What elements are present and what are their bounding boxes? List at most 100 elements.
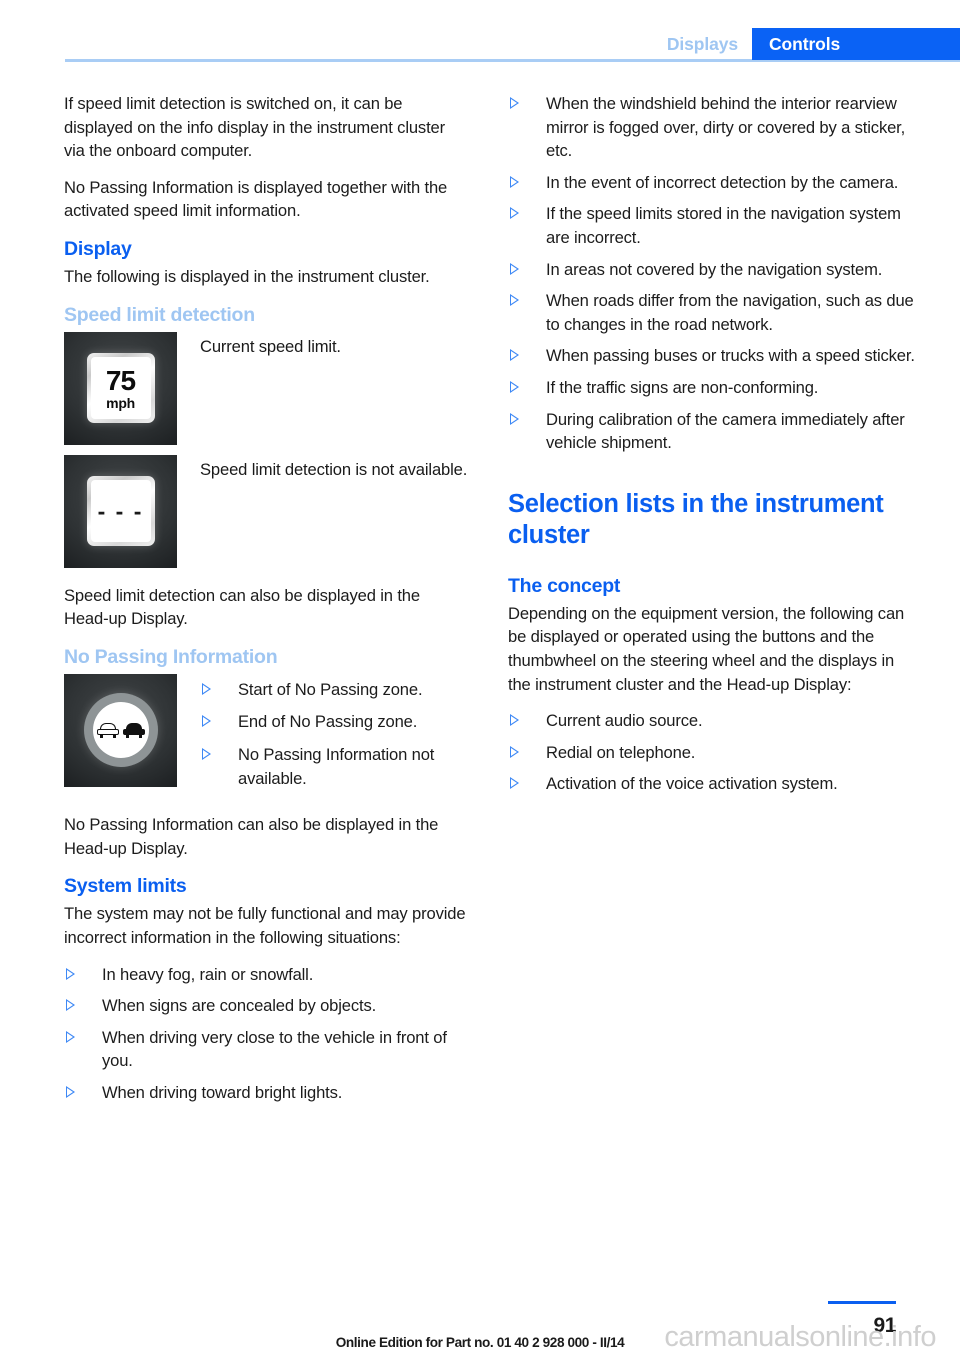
- car-white-icon: [96, 723, 119, 739]
- heading-the-concept: The concept: [508, 574, 621, 597]
- list-item-label: In heavy fog, rain or snowfall.: [102, 964, 314, 984]
- list-item-label: Current audio source.: [546, 711, 703, 731]
- page-header: Displays Controls: [0, 0, 960, 62]
- dashes-value: - - -: [97, 497, 144, 524]
- paragraph-intro-2: No Passing Information is displayed toge…: [64, 177, 448, 221]
- list-item-label: End of No Passing zone.: [238, 712, 418, 732]
- list-item: When driving very close to the vehicle i…: [64, 1026, 468, 1073]
- list-item: When signs are concealed by objects.: [64, 994, 468, 1018]
- list-item: In the event of incorrect detection by t…: [508, 171, 918, 195]
- triangle-bullet-icon: [510, 207, 519, 220]
- list-item-label: When passing buses or trucks with a spee…: [546, 346, 915, 366]
- list-item-label: When driving toward bright lights.: [102, 1082, 343, 1102]
- triangle-bullet-icon: [510, 777, 519, 790]
- triangle-bullet-icon: [510, 97, 519, 109]
- heading-system-limits: System limits: [64, 875, 187, 898]
- list-item: Current audio source.: [508, 709, 918, 733]
- list-item-label: When driving very close to the vehicle i…: [102, 1027, 447, 1071]
- triangle-bullet-icon: [510, 714, 519, 727]
- paragraph-intro-1: If speed limit detection is switched on,…: [64, 94, 445, 161]
- triangle-bullet-icon: [510, 349, 519, 362]
- figure-speed-limit-unavailable: - - - Speed limit detection is not avail…: [64, 454, 468, 568]
- paragraph-system-limits: The system may not be fully functional a…: [64, 904, 466, 947]
- triangle-bullet-icon: [510, 412, 519, 425]
- heading-display: Display: [64, 237, 132, 260]
- system-limits-continued-list: When the windshield behind the interior …: [508, 92, 918, 455]
- list-item-label: During calibration of the camera immedia…: [546, 409, 905, 453]
- sign-plate-inner: - - -: [90, 480, 151, 543]
- sign-plate: 75 mph: [86, 353, 155, 424]
- triangle-bullet-icon: [510, 745, 519, 758]
- triangle-bullet-icon: [510, 175, 519, 188]
- triangle-bullet-icon: [66, 1030, 75, 1043]
- heading-speed-limit-detection: Speed limit detection: [64, 303, 255, 326]
- no-passing-ring: [83, 693, 158, 768]
- edition-note: Online Edition for Part no. 01 40 2 928 …: [335, 1335, 625, 1350]
- triangle-bullet-icon: [66, 967, 75, 980]
- left-column: If speed limit detection is switched on,…: [64, 92, 468, 1112]
- figure-caption-list: Start of No Passing zone. End of No Pass…: [177, 674, 468, 799]
- figure-caption: Speed limit detection is not available.: [200, 459, 468, 479]
- list-item-label: When roads differ from the navigation, s…: [546, 291, 914, 334]
- right-column: When the windshield behind the interior …: [508, 92, 918, 804]
- car-black-icon: [122, 723, 145, 739]
- sign-plate-inner: 75 mph: [90, 357, 151, 420]
- list-item: In areas not covered by the navigation s…: [508, 258, 918, 282]
- triangle-bullet-icon: [510, 262, 519, 275]
- heading-selection-lists: Selection lists in the instrument cluste…: [508, 489, 884, 549]
- figure-no-passing: Start of No Passing zone. End of No Pass…: [64, 673, 468, 799]
- footer-divider: [828, 1301, 896, 1304]
- speed-unit: mph: [106, 394, 135, 411]
- triangle-bullet-icon: [66, 999, 75, 1012]
- figure-speed-limit-current: 75 mph Current speed limit.: [64, 331, 468, 445]
- list-item-label: Redial on telephone.: [546, 742, 696, 762]
- tab-displays[interactable]: Displays: [667, 28, 752, 60]
- list-item-label: When signs are concealed by objects.: [102, 996, 377, 1016]
- no-passing-sign-icon: [64, 673, 177, 787]
- list-item-label: Activation of the voice activation syste…: [546, 774, 838, 794]
- no-passing-list: Start of No Passing zone. End of No Pass…: [200, 678, 468, 790]
- chapter-tabs: Displays Controls: [667, 28, 960, 60]
- list-item: In heavy fog, rain or snowfall.: [64, 963, 468, 987]
- list-item: If the speed limits stored in the naviga…: [508, 202, 918, 249]
- list-item-label: Start of No Passing zone.: [238, 679, 423, 699]
- list-item-label: In areas not covered by the navigation s…: [546, 259, 883, 279]
- triangle-bullet-icon: [202, 682, 211, 695]
- list-item: When roads differ from the navigation, s…: [508, 289, 918, 336]
- list-item: When driving toward bright lights.: [64, 1081, 468, 1105]
- triangle-bullet-icon: [510, 294, 519, 307]
- list-item-label: When the windshield behind the interior …: [546, 94, 906, 161]
- paragraph-display: The following is displayed in the instru…: [64, 266, 430, 286]
- list-item: When the windshield behind the interior …: [508, 92, 918, 163]
- list-item-label: If the speed limits stored in the naviga…: [546, 204, 901, 247]
- list-item: Start of No Passing zone.: [200, 678, 468, 702]
- list-item: End of No Passing zone.: [200, 710, 468, 734]
- paragraph-concept: Depending on the equipment version, the …: [508, 603, 905, 694]
- list-item: When passing buses or trucks with a spee…: [508, 344, 918, 368]
- list-item: No Passing Information not available.: [200, 743, 468, 790]
- list-item-label: In the event of incorrect detection by t…: [546, 172, 899, 192]
- sign-plate: - - -: [86, 476, 155, 547]
- list-item: During calibration of the camera immedia…: [508, 408, 918, 455]
- list-item: Redial on telephone.: [508, 741, 918, 765]
- paragraph-hud-note-1: Speed limit detection can also be displa…: [64, 585, 420, 629]
- list-item: If the traffic signs are non-conforming.: [508, 376, 918, 400]
- concept-list: Current audio source. Redial on telephon…: [508, 709, 918, 796]
- triangle-bullet-icon: [202, 715, 211, 728]
- no-passing-inner: [92, 702, 149, 759]
- speed-limit-unavailable-icon: - - -: [64, 454, 177, 568]
- paragraph-hud-note-2: No Passing Information can also be displ…: [64, 815, 439, 858]
- speed-value: 75: [105, 364, 136, 396]
- speed-limit-sign-icon: 75 mph: [64, 331, 177, 445]
- tab-controls[interactable]: Controls: [752, 28, 960, 60]
- list-item-label: No Passing Information not available.: [238, 744, 435, 788]
- triangle-bullet-icon: [202, 747, 211, 760]
- triangle-bullet-icon: [66, 1085, 75, 1098]
- triangle-bullet-icon: [510, 380, 519, 393]
- figure-caption: Current speed limit.: [200, 336, 341, 356]
- system-limits-list: In heavy fog, rain or snowfall. When sig…: [64, 963, 468, 1105]
- list-item-label: If the traffic signs are non-conforming.: [546, 377, 819, 397]
- heading-no-passing-information: No Passing Information: [64, 645, 278, 668]
- page-footer: 91 Online Edition for Part no. 01 40 2 9…: [0, 1282, 960, 1362]
- list-item: Activation of the voice activation syste…: [508, 772, 918, 796]
